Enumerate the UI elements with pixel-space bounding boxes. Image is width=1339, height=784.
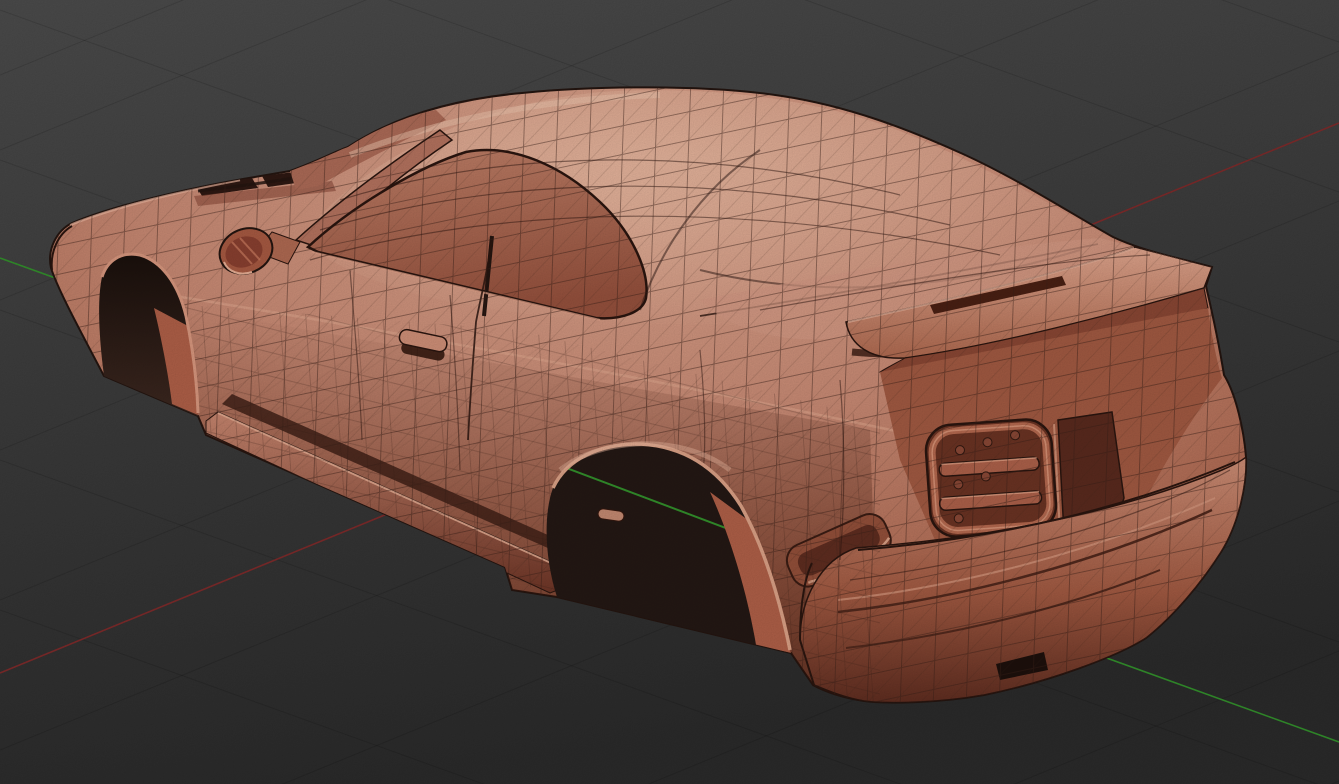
viewport-grain-overlay [0, 0, 1339, 784]
viewport-3d[interactable] [0, 0, 1339, 784]
scene-svg [0, 0, 1339, 784]
